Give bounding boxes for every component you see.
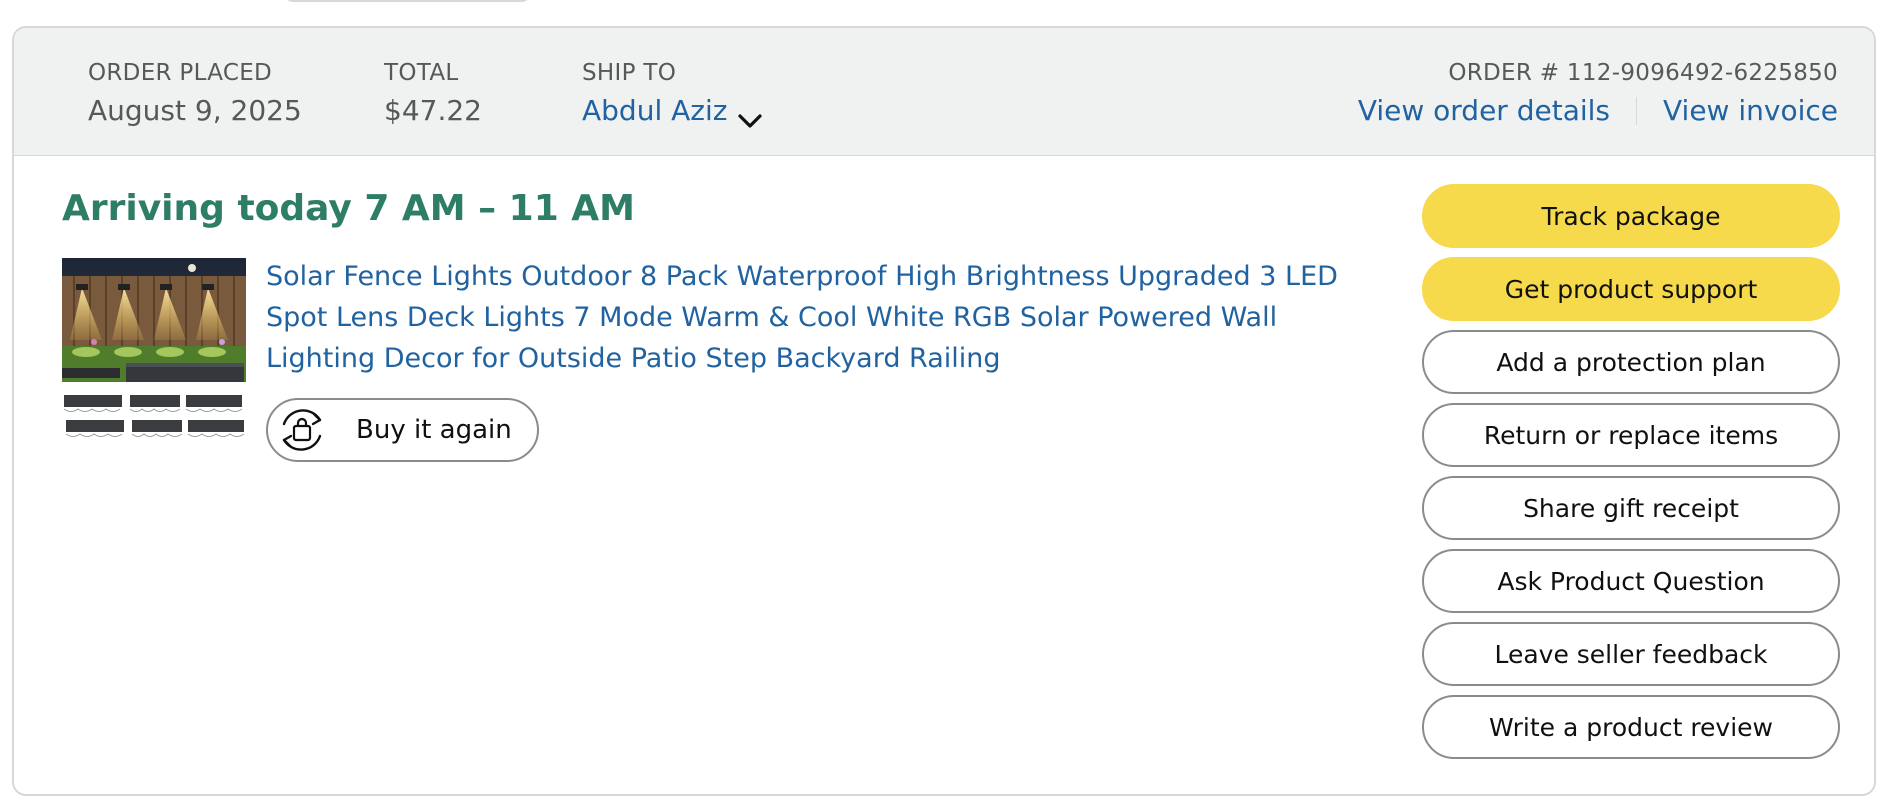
product-title-link[interactable]: Solar Fence Lights Outdoor 8 Pack Waterp…: [266, 256, 1366, 379]
order-header: ORDER PLACED August 9, 2025 TOTAL $47.22…: [14, 28, 1874, 156]
top-partial-button: [285, 0, 530, 2]
order-card: ORDER PLACED August 9, 2025 TOTAL $47.22…: [12, 26, 1876, 796]
leave-seller-feedback-button[interactable]: Leave seller feedback: [1422, 622, 1840, 686]
add-protection-plan-button[interactable]: Add a protection plan: [1422, 330, 1840, 394]
order-number: ORDER # 112-9096492-6225850: [1448, 60, 1838, 86]
product-image[interactable]: [62, 258, 246, 440]
return-or-replace-button[interactable]: Return or replace items: [1422, 403, 1840, 467]
order-links: View order details View invoice: [1358, 92, 1838, 130]
order-actions: Track package Get product support Add a …: [1422, 184, 1840, 768]
reorder-bag-icon: [274, 402, 330, 458]
view-order-details-link[interactable]: View order details: [1358, 92, 1610, 130]
order-placed-label: ORDER PLACED: [88, 60, 273, 86]
ship-to-label: SHIP TO: [582, 60, 677, 86]
share-gift-receipt-button[interactable]: Share gift receipt: [1422, 476, 1840, 540]
get-product-support-button[interactable]: Get product support: [1422, 257, 1840, 321]
buy-it-again-button[interactable]: Buy it again: [266, 398, 539, 462]
chevron-down-icon: [737, 102, 763, 128]
order-placed-date: August 9, 2025: [88, 94, 302, 127]
ship-to-name: Abdul Aziz: [582, 94, 728, 127]
buy-it-again-label: Buy it again: [356, 415, 512, 445]
order-placed-group: ORDER PLACED August 9, 2025: [88, 58, 302, 130]
ship-to-group: SHIP TO Abdul Aziz: [582, 58, 763, 130]
order-total-value: $47.22: [384, 94, 482, 127]
track-package-button[interactable]: Track package: [1422, 184, 1840, 248]
order-total-group: TOTAL $47.22: [384, 58, 482, 130]
order-total-label: TOTAL: [384, 60, 459, 86]
ask-product-question-button[interactable]: Ask Product Question: [1422, 549, 1840, 613]
delivery-status: Arriving today 7 AM – 11 AM: [62, 188, 635, 229]
write-product-review-button[interactable]: Write a product review: [1422, 695, 1840, 759]
ship-to-dropdown[interactable]: Abdul Aziz: [582, 92, 763, 130]
order-number-group: ORDER # 112-9096492-6225850 View order d…: [1358, 58, 1838, 130]
link-divider: [1636, 97, 1638, 125]
view-invoice-link[interactable]: View invoice: [1663, 92, 1838, 130]
